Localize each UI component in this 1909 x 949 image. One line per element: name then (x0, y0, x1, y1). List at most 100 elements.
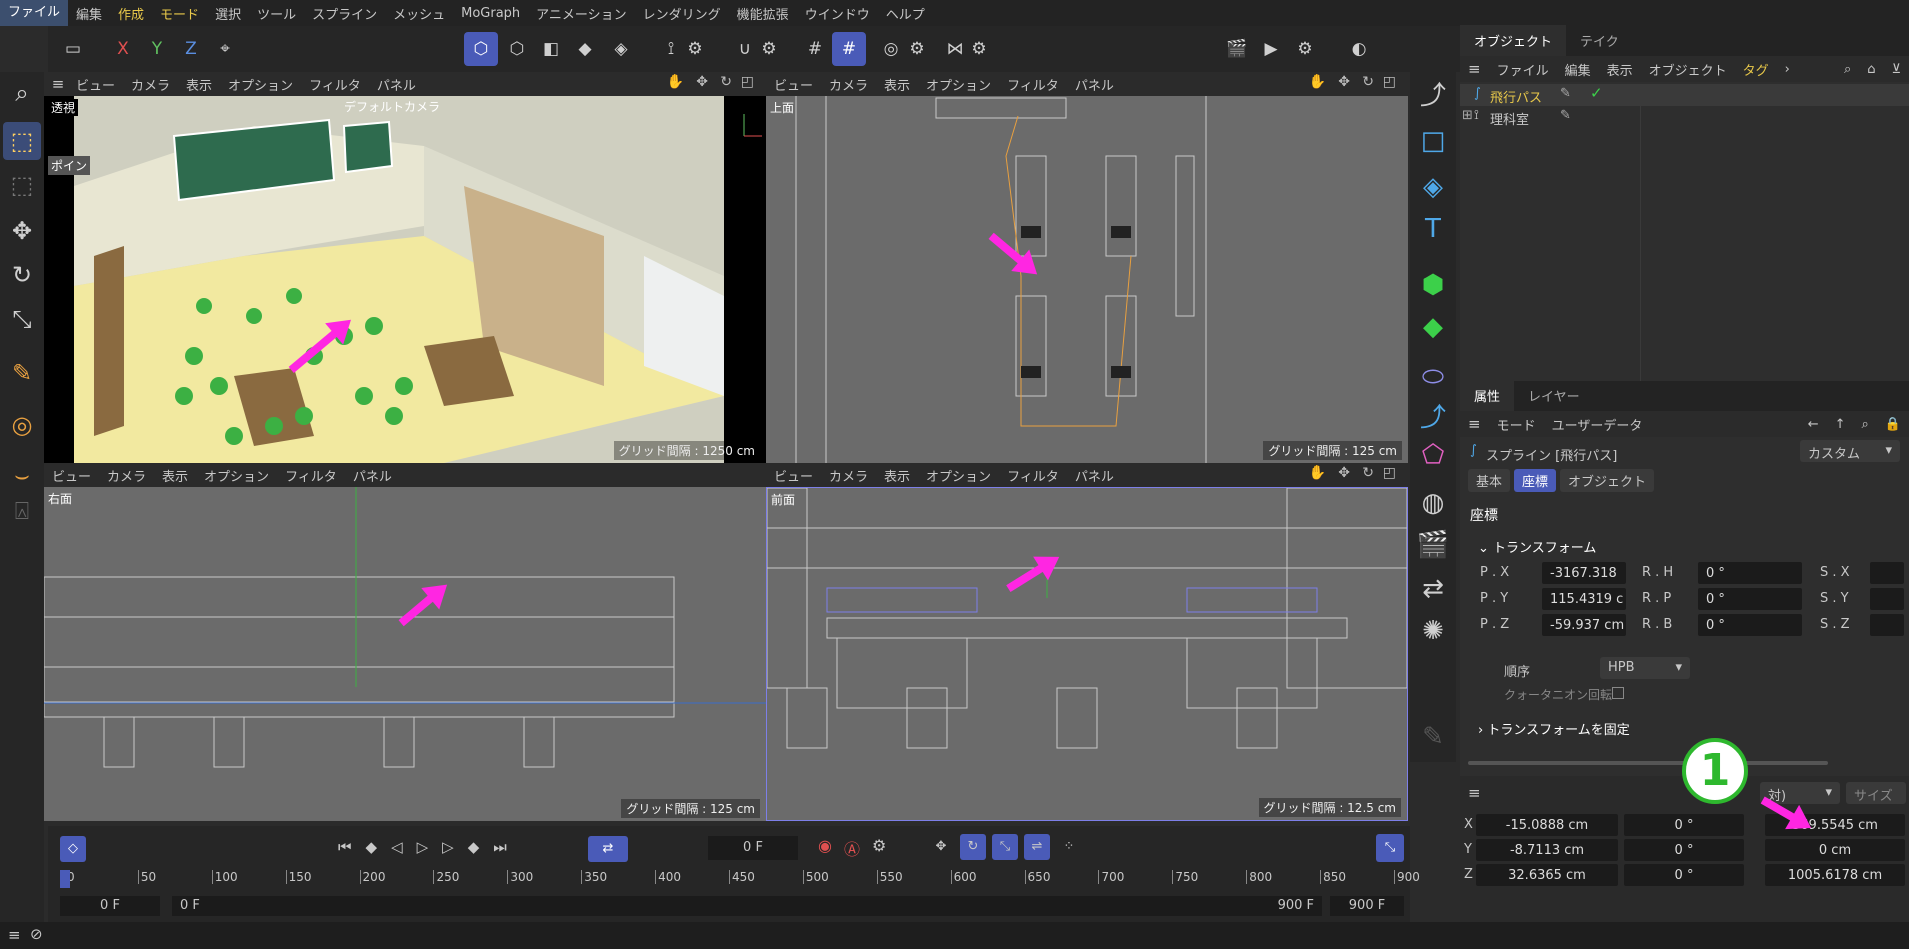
object-row[interactable]: ⊞ ⟟ 理科室 ✎ (1460, 106, 1909, 128)
rot-y-field[interactable]: 0 ° (1624, 839, 1744, 861)
px-field[interactable]: -3167.318 (1542, 562, 1626, 584)
field-icon[interactable]: ⬭ (1416, 360, 1450, 394)
vp-menu-panel[interactable]: パネル (349, 466, 404, 485)
key-pla-icon[interactable]: ⁘ (1056, 834, 1082, 860)
environment-icon[interactable]: ◍ (1416, 486, 1450, 520)
subtab-basic[interactable]: 基本 (1468, 469, 1511, 492)
menu-animation[interactable]: アニメーション (528, 4, 634, 23)
maximize-icon[interactable]: ◰ (1383, 74, 1396, 90)
py-field[interactable]: 115.4319 c (1542, 588, 1626, 610)
vp-menu-camera[interactable]: カメラ (825, 75, 880, 94)
key-param-icon[interactable]: ⇌ (1024, 834, 1050, 860)
orbit-icon[interactable]: ↻ (720, 74, 732, 90)
obj-menu-object[interactable]: オブジェクト (1641, 60, 1735, 79)
render-region-icon[interactable]: 🎬 (1220, 32, 1254, 66)
key-scale-icon[interactable]: ⤡ (992, 834, 1018, 860)
current-frame-field[interactable]: 0 F (708, 836, 798, 860)
pen-icon[interactable]: ✎ (3, 354, 41, 392)
pan-icon[interactable]: ✋ (1309, 74, 1326, 90)
search-icon[interactable]: ⌕ (1854, 417, 1877, 432)
size-z-field[interactable]: 1005.6178 cm (1765, 864, 1905, 886)
polygon-mode-icon[interactable]: ◧ (534, 32, 568, 66)
go-end-icon[interactable]: ⏭ (493, 838, 507, 856)
vp-menu-filter[interactable]: フィルタ (281, 466, 349, 485)
vp-menu-filter[interactable]: フィルタ (1003, 75, 1071, 94)
pos-x-field[interactable]: -15.0888 cm (1476, 814, 1618, 836)
menu-icon[interactable]: ≡ (1468, 784, 1481, 802)
viewport-top[interactable]: ビュー カメラ 表示 オプション フィルタ パネル ✋ ✥ ↻ ◰ 上面 グリッ… (766, 72, 1408, 463)
cube-icon[interactable]: ◈ (1416, 170, 1450, 204)
axis-settings-icon[interactable]: ⚙ (678, 32, 712, 66)
light-target-icon[interactable]: ⇄ (1416, 572, 1450, 606)
next-key-icon[interactable]: ◆ (468, 838, 480, 856)
dolly-icon[interactable]: ✥ (1338, 74, 1350, 90)
vp-menu-display[interactable]: 表示 (880, 75, 922, 94)
orbit-icon[interactable]: ↻ (1362, 74, 1374, 90)
camera-label[interactable]: デフォルトカメラ (344, 98, 440, 115)
spline-pen-icon[interactable]: ⤴ (1416, 76, 1450, 111)
keyframe-icon[interactable]: ◇ (60, 836, 86, 862)
expand-icon[interactable]: ⊞ (1462, 108, 1473, 123)
viewport-right[interactable]: ビュー カメラ 表示 オプション フィルタ パネル 右面 グリッド間隔 : 12… (44, 463, 766, 821)
vp-menu-view[interactable]: ビュー (44, 466, 103, 485)
object-name[interactable]: 飛行パス (1490, 87, 1542, 106)
grid-icon[interactable]: # (798, 32, 832, 66)
rot-z-field[interactable]: 0 ° (1624, 864, 1744, 886)
key-rotation-icon[interactable]: ↻ (960, 834, 986, 860)
record-settings-icon[interactable]: ⚙ (872, 836, 886, 860)
record-icon[interactable]: ◉ (818, 836, 832, 860)
coordinate-icon[interactable]: ⤴ (1416, 398, 1450, 433)
play-icon[interactable]: ▷ (417, 838, 429, 856)
scale-icon[interactable]: ⤡ (3, 300, 41, 338)
edit-icon[interactable]: ✎ (1560, 108, 1571, 123)
prev-key-icon[interactable]: ◆ (366, 838, 378, 856)
live-select-icon[interactable]: ⬚ (3, 166, 41, 204)
object-row[interactable]: ∫ 飛行パス ✎ ✓ (1460, 84, 1909, 106)
vp-menu-camera[interactable]: カメラ (825, 466, 880, 485)
menu-tools[interactable]: ツール (249, 4, 304, 23)
menu-select[interactable]: 選択 (207, 4, 249, 23)
move-icon[interactable]: ✥ (3, 212, 41, 250)
rb-field[interactable]: 0 ° (1698, 614, 1802, 636)
menu-icon[interactable]: ≡ (8, 926, 21, 944)
scale-timeline-icon[interactable]: ⤡ (1376, 834, 1404, 862)
generator-icon[interactable]: ⬢ (1416, 268, 1450, 302)
sz-field[interactable] (1870, 614, 1904, 636)
dolly-icon[interactable]: ✥ (1338, 465, 1350, 481)
freeze-group[interactable]: › トランスフォームを固定 (1478, 719, 1630, 738)
maximize-icon[interactable]: ◰ (1383, 465, 1396, 481)
sx-field[interactable] (1870, 562, 1904, 584)
menu-mograph[interactable]: MoGraph (453, 6, 528, 21)
paint-icon[interactable]: ✎ (1416, 720, 1450, 754)
menu-mode[interactable]: モード (152, 4, 207, 23)
pan-icon[interactable]: ✋ (667, 74, 684, 90)
scene-icon[interactable]: ⬠ (1416, 438, 1450, 472)
menu-icon[interactable]: ≡ (1460, 60, 1489, 78)
scrollbar[interactable] (1468, 761, 1828, 765)
vp-menu-options[interactable]: オプション (922, 466, 1003, 485)
tab-layers[interactable]: レイヤー (1514, 380, 1594, 411)
rp-field[interactable]: 0 ° (1698, 588, 1802, 610)
key-position-icon[interactable]: ✥ (928, 834, 954, 860)
vp-menu-panel[interactable]: パネル (1071, 466, 1126, 485)
viewport-front[interactable]: ビュー カメラ 表示 オプション フィルタ パネル ✋ ✥ ↻ ◰ 前面 グリッ… (766, 463, 1408, 821)
size-y-field[interactable]: 0 cm (1765, 839, 1905, 861)
vp-menu-display[interactable]: 表示 (880, 466, 922, 485)
vp-menu-panel[interactable]: パネル (1071, 75, 1126, 94)
vp-menu-filter[interactable]: フィルタ (1003, 466, 1071, 485)
lock-x-button[interactable]: X (106, 32, 140, 66)
vp-menu-panel[interactable]: パネル (373, 75, 428, 94)
render-settings-icon[interactable]: ⚙ (1288, 32, 1322, 66)
symmetry-settings-icon[interactable]: ⚙ (962, 32, 996, 66)
menu-icon[interactable]: ≡ (1460, 415, 1489, 433)
pos-y-field[interactable]: -8.7113 cm (1476, 839, 1618, 861)
deformer-cube-icon[interactable]: ◆ (1416, 310, 1450, 344)
subtab-object[interactable]: オブジェクト (1560, 469, 1655, 492)
check-icon[interactable]: ✓ (1590, 84, 1603, 102)
rectangle-icon[interactable]: □ (1416, 124, 1450, 158)
vp-menu-options[interactable]: オプション (922, 75, 1003, 94)
snap-settings-icon[interactable]: ⚙ (752, 32, 786, 66)
attr-menu-userdata[interactable]: ユーザーデータ (1544, 415, 1651, 434)
menu-create[interactable]: 作成 (110, 4, 152, 23)
edge-mode-icon[interactable]: ◆ (568, 32, 602, 66)
